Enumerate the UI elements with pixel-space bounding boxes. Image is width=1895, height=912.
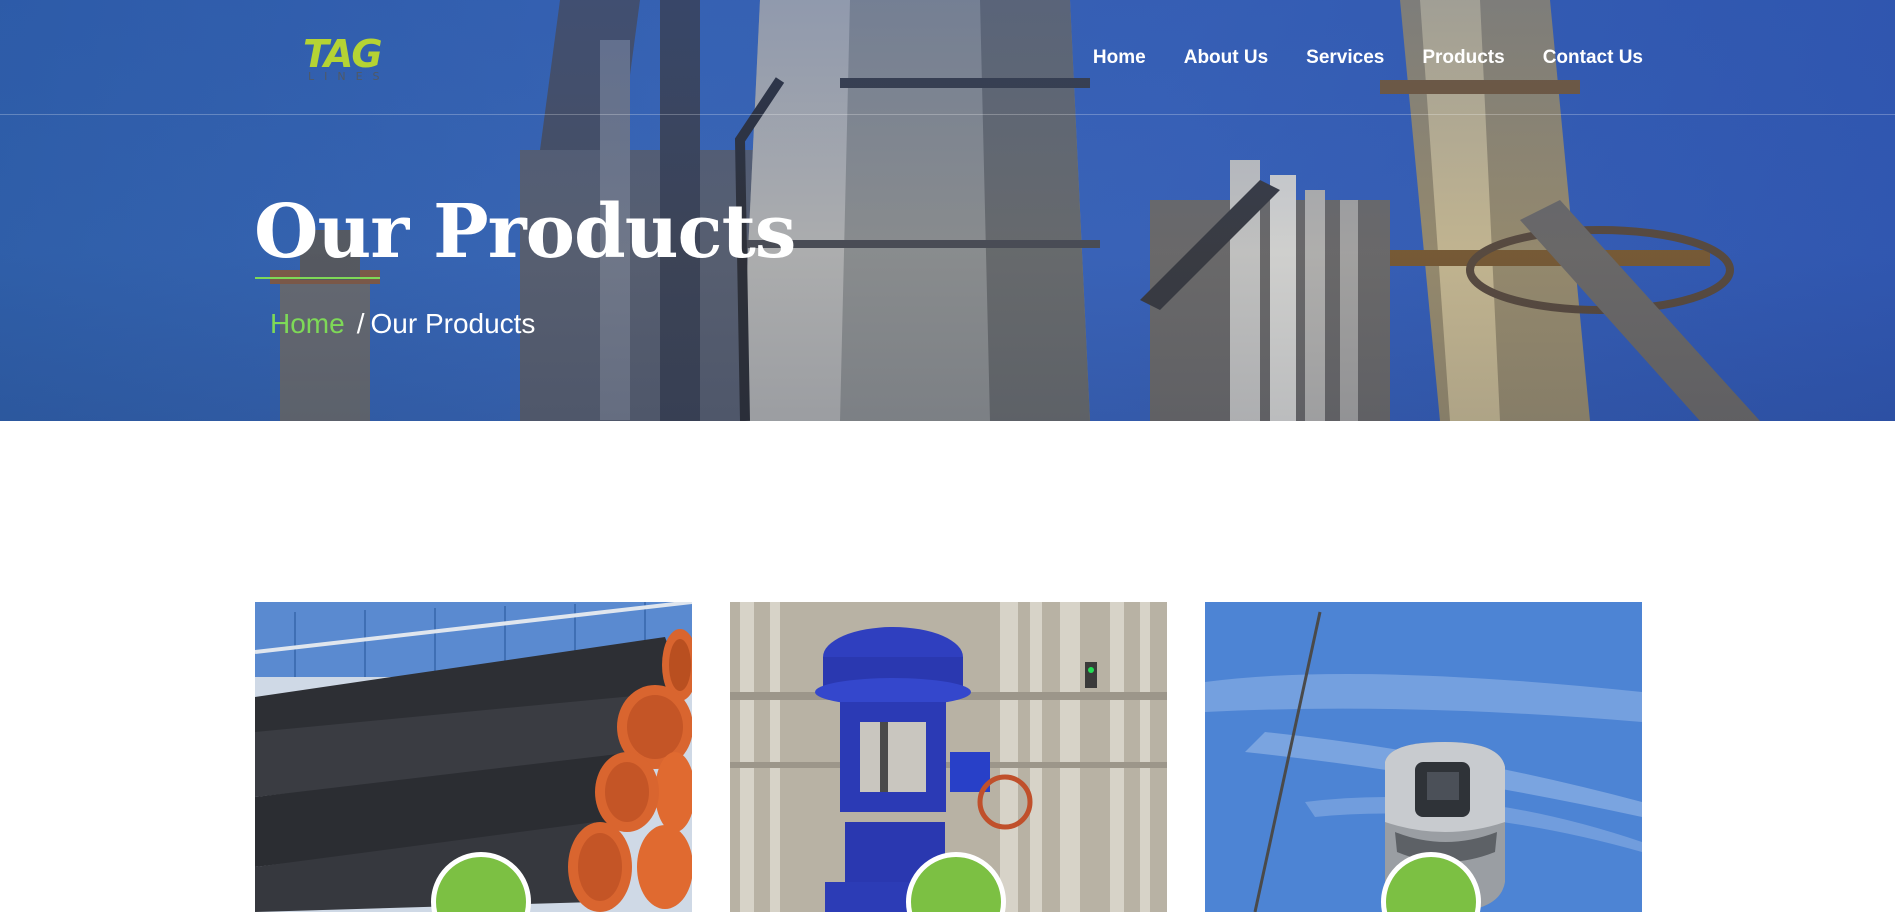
product-card-detector[interactable] — [1205, 602, 1642, 912]
nav-services[interactable]: Services — [1306, 44, 1384, 72]
nav-about-us[interactable]: About Us — [1184, 44, 1268, 72]
site-header: TAG LINES Home About Us Services Product… — [0, 0, 1895, 115]
nav-products[interactable]: Products — [1422, 44, 1504, 72]
title-underline — [255, 277, 380, 279]
product-card-pipes[interactable] — [255, 602, 692, 912]
breadcrumb-home-link[interactable]: Home — [270, 308, 345, 339]
nav-contact-us[interactable]: Contact Us — [1543, 44, 1643, 72]
main-nav: Home About Us Services Products Contact … — [1093, 44, 1643, 72]
breadcrumb-separator: / — [356, 308, 365, 339]
site-logo[interactable]: TAG LINES — [300, 34, 390, 86]
breadcrumb-current: Our Products — [370, 308, 536, 339]
logo-tagline: LINES — [308, 70, 390, 83]
hero-banner: TAG LINES Home About Us Services Product… — [0, 0, 1895, 421]
product-grid — [255, 602, 1642, 912]
product-card-valve[interactable] — [730, 602, 1167, 912]
breadcrumb: Home / Our Products — [270, 306, 535, 342]
page-title: Our Products — [254, 189, 796, 275]
logo-wordmark: TAG — [303, 32, 383, 76]
nav-home[interactable]: Home — [1093, 44, 1146, 72]
